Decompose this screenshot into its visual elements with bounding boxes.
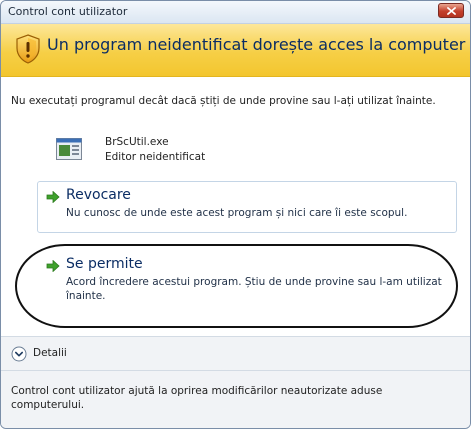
chevron-down-icon xyxy=(11,346,27,362)
footer-text: Control cont utilizator ajută la oprirea… xyxy=(11,385,383,411)
allow-option-title: Se permite xyxy=(66,256,143,272)
warning-header: Un program neidentificat dorește acces l… xyxy=(1,24,470,77)
cancel-option-description: Nu cunosc de unde este acest program și … xyxy=(66,207,408,219)
footer: Control cont utilizator ajută la oprirea… xyxy=(1,370,470,428)
uac-shield-warning-icon xyxy=(16,34,40,64)
cancel-option-button[interactable]: Revocare Nu cunosc de unde este acest pr… xyxy=(37,181,457,233)
uac-dialog: Control cont utilizator Un program neide… xyxy=(0,0,471,429)
cancel-option-title: Revocare xyxy=(66,187,131,203)
program-file-name: BrScUtil.exe xyxy=(105,136,169,148)
application-icon xyxy=(56,138,82,160)
window-title: Control cont utilizator xyxy=(8,5,128,18)
program-publisher: Editor neidentificat xyxy=(105,151,206,163)
details-label: Detalii xyxy=(33,347,67,359)
title-bar: Control cont utilizator xyxy=(1,1,470,24)
close-icon xyxy=(447,7,456,15)
instruction-text: Nu executați programul decât dacă știți … xyxy=(11,95,436,107)
close-button[interactable] xyxy=(438,3,464,18)
green-arrow-icon xyxy=(46,191,60,203)
warning-message: Un program neidentificat dorește acces l… xyxy=(47,35,466,54)
allow-option-button[interactable]: Se permite Acord încredere acestui progr… xyxy=(37,250,457,320)
green-arrow-icon xyxy=(46,260,60,272)
allow-option-description: Acord încredere acestui program. Știu de… xyxy=(66,276,442,302)
details-toggle[interactable]: Detalii xyxy=(1,336,470,371)
